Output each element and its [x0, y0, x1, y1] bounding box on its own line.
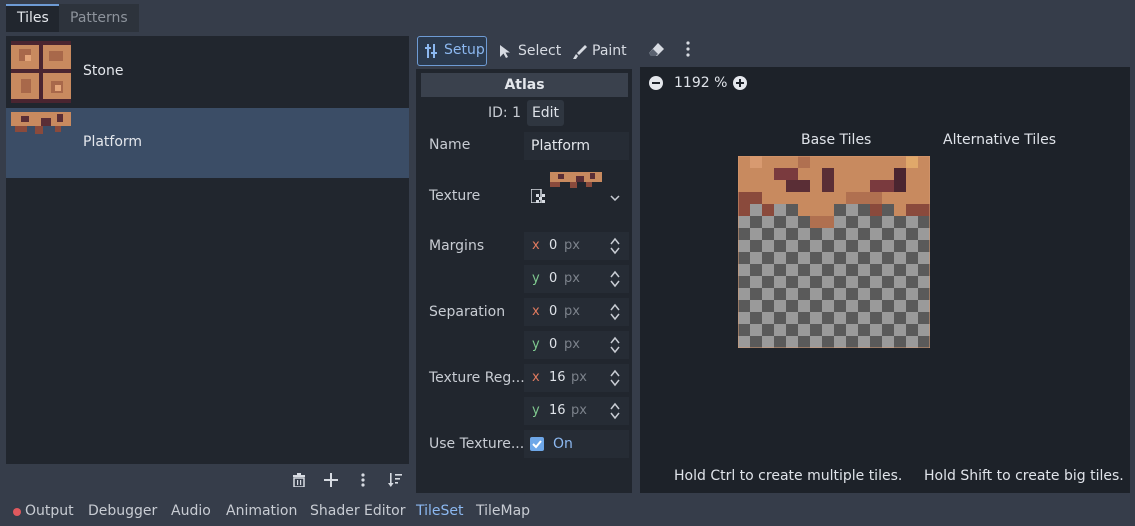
spinner-icon[interactable]: [609, 401, 621, 421]
use-texture-label: Use Texture...: [429, 436, 525, 452]
alternative-tiles-heading: Alternative Tiles: [943, 132, 1057, 148]
hint-big-tiles: Hold Shift to create big tiles.: [924, 468, 1124, 484]
bottom-tab-debugger[interactable]: Debugger: [88, 503, 157, 519]
margins-x-field[interactable]: x 0 px: [524, 232, 629, 260]
spinner-icon[interactable]: [609, 335, 621, 355]
atlas-texture-canvas[interactable]: [738, 156, 930, 348]
spinner-icon[interactable]: [609, 269, 621, 289]
margins-y-value: 0: [549, 271, 558, 286]
trash-icon[interactable]: [288, 468, 310, 492]
axis-x-label: x: [532, 238, 540, 253]
bottom-tab-audio[interactable]: Audio: [171, 503, 211, 519]
checkbox-checked-icon: [530, 437, 544, 451]
margins-x-value: 0: [549, 238, 558, 253]
hint-multiple-tiles: Hold Ctrl to create multiple tiles.: [674, 468, 903, 484]
inspector-header: Atlas: [421, 73, 628, 97]
unit-label: px: [571, 370, 587, 385]
separation-x-value: 0: [549, 304, 558, 319]
select-button[interactable]: Select: [496, 37, 561, 65]
axis-y-label: y: [532, 271, 540, 286]
use-texture-toggle[interactable]: On: [524, 430, 629, 458]
use-texture-value: On: [553, 436, 573, 452]
base-tiles-heading: Base Tiles: [801, 132, 872, 148]
eraser-icon[interactable]: [648, 41, 668, 61]
spinner-icon[interactable]: [609, 302, 621, 322]
select-label: Select: [518, 43, 562, 59]
tools-icon: [425, 44, 437, 58]
source-id: ID: 1: [488, 105, 521, 121]
texture-label: Texture: [429, 188, 481, 204]
axis-y-label: y: [532, 403, 540, 418]
bottom-tab-shader-editor[interactable]: Shader Editor: [310, 503, 405, 519]
spinner-icon[interactable]: [609, 368, 621, 388]
texture-resource-icon: [531, 189, 545, 203]
margins-y-field[interactable]: y 0 px: [524, 265, 629, 293]
texture-region-y-value: 16: [549, 403, 566, 418]
tile-source-label: Stone: [83, 63, 124, 79]
texture-region-x-value: 16: [549, 370, 566, 385]
stone-texture-thumbnail: [11, 41, 71, 103]
separation-label: Separation: [429, 304, 506, 320]
output-status-dot: [13, 508, 21, 516]
zoom-out-icon[interactable]: [648, 75, 664, 91]
axis-x-label: x: [532, 370, 540, 385]
bottom-tab-output[interactable]: Output: [25, 503, 74, 519]
setup-button[interactable]: Setup: [417, 36, 487, 66]
paint-label: Paint: [592, 43, 627, 59]
tile-source-stone[interactable]: Stone: [6, 37, 409, 107]
separation-x-field[interactable]: x 0 px: [524, 298, 629, 326]
plus-icon[interactable]: [320, 468, 342, 492]
unit-label: px: [571, 403, 587, 418]
unit-label: px: [564, 271, 580, 286]
unit-label: px: [564, 337, 580, 352]
bottom-tab-tileset[interactable]: TileSet: [416, 503, 464, 519]
separation-y-field[interactable]: y 0 px: [524, 331, 629, 359]
sort-icon[interactable]: [384, 468, 406, 492]
tab-tiles[interactable]: Tiles: [6, 4, 60, 32]
zoom-in-icon[interactable]: [732, 75, 748, 91]
setup-label: Setup: [444, 42, 485, 58]
texture-region-x-field[interactable]: x 16 px: [524, 364, 629, 392]
paint-button[interactable]: Paint: [570, 37, 627, 65]
unit-label: px: [564, 304, 580, 319]
cursor-icon: [500, 45, 510, 58]
name-value: Platform: [531, 138, 591, 154]
bottom-tab-animation[interactable]: Animation: [226, 503, 297, 519]
separation-y-value: 0: [549, 337, 558, 352]
texture-region-label: Texture Reg...: [429, 370, 525, 386]
zoom-level[interactable]: 1192 %: [674, 75, 727, 91]
tile-source-label: Platform: [83, 134, 143, 150]
spinner-icon[interactable]: [609, 236, 621, 256]
unit-label: px: [564, 238, 580, 253]
edit-id-button[interactable]: Edit: [527, 100, 564, 126]
bottom-tab-tilemap[interactable]: TileMap: [476, 503, 530, 519]
axis-x-label: x: [532, 304, 540, 319]
name-label: Name: [429, 137, 471, 153]
kebab-menu-icon[interactable]: [352, 468, 374, 492]
name-field[interactable]: Platform: [524, 132, 629, 160]
axis-y-label: y: [532, 337, 540, 352]
texture-picker[interactable]: [524, 166, 629, 226]
tab-patterns[interactable]: Patterns: [59, 4, 139, 32]
chevron-down-icon: [610, 195, 620, 201]
brush-icon: [573, 45, 587, 59]
texture-preview: [550, 172, 602, 188]
texture-region-y-field[interactable]: y 16 px: [524, 397, 629, 425]
platform-texture-thumbnail: [11, 112, 71, 134]
margins-label: Margins: [429, 238, 485, 254]
tile-source-platform[interactable]: Platform: [6, 108, 409, 178]
toolbar-menu-icon[interactable]: [686, 41, 694, 59]
